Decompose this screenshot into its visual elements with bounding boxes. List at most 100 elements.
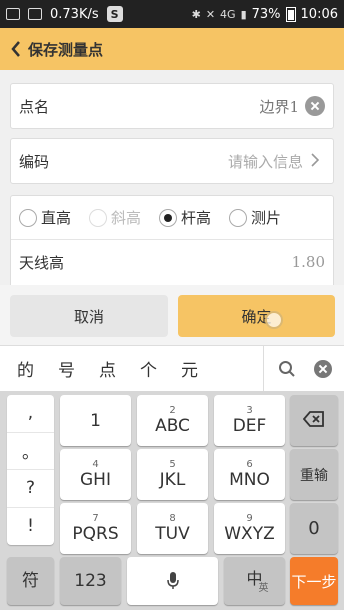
backspace-icon [302,410,325,431]
reenter-button[interactable]: 重输 [290,449,338,500]
mute-icon: ✕ [205,7,216,21]
radio-circle-checked-icon[interactable] [159,208,178,227]
height-type-card: 直高 斜高 杆高 测片 天线高 1.80 [10,195,334,285]
key-letters: GHI [80,470,111,490]
candidate-word[interactable]: 号 [58,356,75,381]
punct-key[interactable]: , [7,395,54,433]
key-number: 6 [246,459,253,470]
number-mode-button[interactable]: 123 [60,557,121,605]
action-bar: 取消 确定 [0,285,344,345]
lang-sub: 英 [258,582,269,594]
keyboard: , 。 ? ! 1 2 ABC 3 DEF 4 GHI 5 JKL 6 MNO … [0,391,344,610]
radio-circle-icon[interactable] [19,208,37,227]
radio-label: 直高 [41,209,72,227]
language-switch-button[interactable]: 中 英 [224,557,285,605]
form-area: 点名 边界1 编码 请输入信息 直高 斜高 杆高 测片 天线高 1.80 [0,70,344,285]
symbol-button[interactable]: 符 [7,557,54,605]
network-speed: 0.73K/s [50,6,99,22]
key-number: 7 [92,513,99,524]
message-icon [6,8,20,20]
key-4[interactable]: 4 GHI [60,449,131,500]
candidate-word[interactable]: 元 [181,356,198,381]
close-icon[interactable] [314,360,332,378]
app-s-icon: S [106,6,123,22]
point-name-label: 点名 [19,97,50,116]
radio-circle-icon[interactable] [89,208,108,227]
cancel-button[interactable]: 取消 [10,295,168,337]
key-letters: ABC [155,416,190,436]
radio-label: 杆高 [181,209,212,227]
punct-key[interactable]: ? [7,470,54,508]
ok-button[interactable]: 确定 [178,295,335,337]
key-8[interactable]: 8 TUV [137,503,208,554]
key-5[interactable]: 5 JKL [137,449,208,500]
battery-icon [285,6,296,22]
height-type-radio-group: 直高 斜高 杆高 测片 [11,196,333,240]
key-7[interactable]: 7 PQRS [60,503,131,554]
code-field[interactable]: 编码 请输入信息 [10,138,334,184]
key-letters: 0 [308,518,320,539]
key-2[interactable]: 2 ABC [137,395,208,446]
key-number: 8 [169,513,176,524]
key-number: 5 [169,459,176,470]
candidate-word[interactable]: 个 [140,356,157,381]
radio-label: 测片 [251,209,282,227]
chevron-right-icon[interactable] [311,152,325,171]
code-label: 编码 [19,152,50,171]
chevron-left-icon[interactable] [6,38,26,60]
key-letters: DEF [232,416,267,436]
space-button[interactable] [127,557,218,605]
code-input[interactable]: 请输入信息 [79,151,303,172]
radio-circle-icon[interactable] [229,208,248,227]
search-icon[interactable] [278,360,296,378]
key-letters: JKL [159,470,186,490]
key-1[interactable]: 1 [60,395,131,446]
candidate-word[interactable]: 的 [17,356,34,381]
key-number: 4 [92,459,99,470]
clear-icon[interactable] [305,96,325,116]
key-letters: 符 [22,571,39,591]
key-0[interactable]: 0 [290,503,338,554]
key-letters: MNO [229,470,270,490]
keyboard-icon [28,8,42,20]
key-letters: WXYZ [224,524,275,544]
key-number: 3 [246,405,253,416]
key-6[interactable]: 6 MNO [214,449,285,500]
key-letters: TUV [155,524,190,544]
touch-indicator [265,311,283,329]
punct-key[interactable]: 。 [7,433,54,470]
key-number: 9 [246,513,253,524]
key-letters: 123 [74,571,107,591]
punct-key[interactable]: ! [7,508,54,546]
candidate-word[interactable]: 点 [99,356,116,381]
microphone-icon [166,571,180,591]
key-9[interactable]: 9 WXYZ [214,503,285,554]
signal-icon: ▮ [240,7,247,21]
key-number: 2 [169,405,176,416]
punctuation-column: , 。 ? ! [7,395,54,545]
key-3[interactable]: 3 DEF [214,395,285,446]
point-name-input[interactable]: 边界1 [79,96,299,117]
page-title: 保存测量点 [28,40,104,59]
radio-vertical-height[interactable]: 直高 [19,207,71,228]
ime-candidate-bar: 的 号 点 个 元 [0,345,344,392]
backspace-button[interactable] [290,395,338,446]
antenna-height-label: 天线高 [19,253,65,272]
bluetooth-icon: ✱ [191,7,201,21]
radio-label: 斜高 [111,209,142,227]
key-letters: 1 [90,410,101,431]
radio-slant-height[interactable]: 斜高 [89,207,141,228]
point-name-field[interactable]: 点名 边界1 [10,83,334,129]
key-letters: PQRS [72,524,119,544]
app-bar: 保存测量点 [0,28,344,70]
battery-percent: 73% [251,6,281,22]
ime-tools [263,346,344,392]
status-bar: 0.73K/s S ✱ ✕ 4G ▮ 73% 10:06 [0,0,344,28]
network-type: 4G [220,7,236,21]
clock: 10:06 [300,6,338,22]
radio-pole-height[interactable]: 杆高 [159,207,211,228]
antenna-height-row[interactable]: 天线高 1.80 [11,240,333,284]
radio-measure-plate[interactable]: 测片 [229,207,281,228]
next-step-button[interactable]: 下一步 [290,557,338,605]
antenna-height-value[interactable]: 1.80 [292,253,325,271]
